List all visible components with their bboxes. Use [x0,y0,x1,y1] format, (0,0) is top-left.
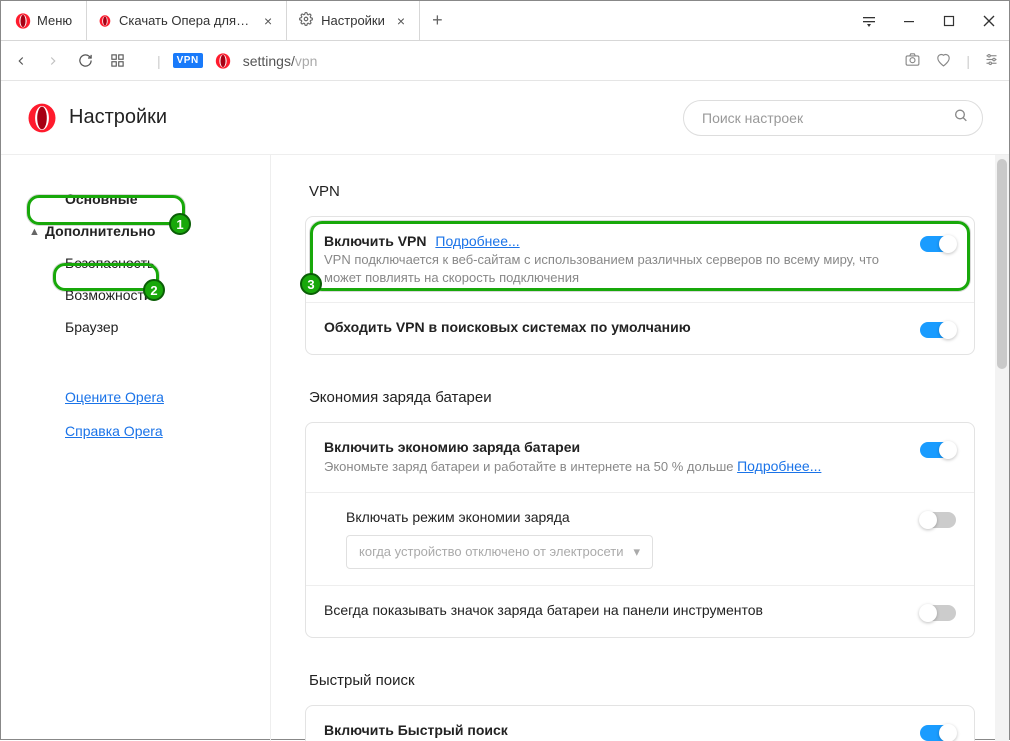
search-icon [953,107,969,128]
opera-logo-icon [27,103,57,133]
opera-logo-icon [15,13,31,29]
card-battery: Включить экономию заряда батареи Экономь… [305,422,975,638]
tab-download-opera[interactable]: Скачать Опера для компь × [87,1,287,40]
row-description: VPN подключается к веб-сайтам с использо… [324,251,906,286]
window-controls [849,1,1009,41]
minimize-icon[interactable] [889,1,929,41]
opera-logo-icon [215,53,231,69]
speed-dial-icon[interactable] [107,53,127,68]
row-title: Всегда показывать значок заряда батареи … [324,602,763,618]
maximize-icon[interactable] [929,1,969,41]
url-text[interactable]: settings/vpn [243,53,318,69]
setting-row-enable-vpn: Включить VPN Подробнее... VPN подключает… [306,217,974,302]
url-base: settings/ [243,53,295,69]
new-tab-button[interactable]: + [420,10,455,31]
menu-button[interactable]: Меню [1,1,87,40]
sidebar-item-label: Основные [65,191,138,207]
section-title-instant-search: Быстрый поиск [309,672,975,689]
tab-settings[interactable]: Настройки × [287,1,420,40]
opera-logo-icon [99,14,111,28]
settings-sidebar: Основные ▲ Дополнительно Безопасность Во… [1,155,271,741]
sidebar-item-features[interactable]: Возможности [1,279,270,311]
row-title: Включать режим экономии заряда [346,509,906,525]
row-description: Экономьте заряд батареи и работайте в ин… [324,457,906,476]
row-title: Включить Быстрый поиск [324,722,508,738]
select-value: когда устройство отключено от электросет… [359,544,623,559]
learn-more-link[interactable]: Подробнее... [435,233,519,249]
setting-row-battery-auto-mode: Включать режим экономии заряда когда уст… [306,492,974,585]
help-opera-link[interactable]: Справка Opera [65,423,270,439]
learn-more-link[interactable]: Подробнее... [737,458,821,474]
search-wrap [683,100,983,136]
battery-mode-select[interactable]: когда устройство отключено от электросет… [346,535,653,569]
rate-opera-link[interactable]: Оцените Opera [65,389,270,405]
sidebar-item-label: Безопасность [65,255,154,271]
sidebar-item-advanced[interactable]: ▲ Дополнительно [1,215,270,247]
gear-icon [299,12,313,29]
toggle-enable-vpn[interactable] [920,236,956,252]
heart-icon[interactable] [935,51,952,71]
tab-title: Скачать Опера для компь [119,13,252,28]
toggle-battery-auto-mode[interactable] [920,512,956,528]
chevron-up-icon: ▲ [29,226,40,238]
toggle-bypass-vpn-search[interactable] [920,322,956,338]
settings-search-input[interactable] [683,100,983,136]
chevron-down-icon: ▾ [633,544,640,560]
page-title: Настройки [69,106,167,129]
separator: | [966,53,970,69]
setting-row-enable-battery-saver: Включить экономию заряда батареи Экономь… [306,423,974,492]
easy-setup-icon[interactable] [984,52,999,70]
row-title: Включить VPN [324,233,426,249]
titlebar: Меню Скачать Опера для компь × Настройки… [1,1,1009,41]
separator: | [157,53,161,69]
back-icon[interactable] [11,54,31,68]
close-icon[interactable] [969,1,1009,41]
address-bar: | VPN settings/vpn | [1,41,1009,81]
vpn-badge[interactable]: VPN [173,53,203,68]
toggle-always-show-battery-icon[interactable] [920,605,956,621]
forward-icon[interactable] [43,54,63,68]
tab-title: Настройки [321,13,385,28]
setting-row-always-show-battery-icon: Всегда показывать значок заряда батареи … [306,585,974,637]
snapshot-icon[interactable] [904,51,921,71]
menu-label: Меню [37,13,72,28]
url-path: vpn [295,53,318,69]
sidebar-item-label: Дополнительно [45,223,155,239]
card-vpn: Включить VPN Подробнее... VPN подключает… [305,216,975,355]
settings-content: VPN Включить VPN Подробнее... VPN подклю… [271,155,1009,741]
card-instant-search: Включить Быстрый поиск [305,705,975,741]
sidebar-item-label: Браузер [65,319,118,335]
toggle-enable-instant-search[interactable] [920,725,956,741]
setting-row-enable-instant-search: Включить Быстрый поиск [306,706,974,741]
page-header: Настройки [1,81,1009,155]
toggle-enable-battery-saver[interactable] [920,442,956,458]
tab-menu-icon[interactable] [849,1,889,41]
section-title-battery: Экономия заряда батареи [309,389,975,406]
row-title: Обходить VPN в поисковых системах по умо… [324,319,691,335]
setting-row-bypass-vpn-search: Обходить VPN в поисковых системах по умо… [306,302,974,354]
scrollbar-thumb[interactable] [997,159,1007,369]
sidebar-item-label: Возможности [65,287,152,303]
tab-close-icon[interactable]: × [260,13,276,29]
sidebar-item-security[interactable]: Безопасность [1,247,270,279]
section-title-vpn: VPN [309,183,975,200]
sidebar-item-browser[interactable]: Браузер [1,311,270,343]
tab-close-icon[interactable]: × [393,13,409,29]
sidebar-item-basic[interactable]: Основные [1,183,270,215]
scrollbar-track[interactable] [995,155,1009,741]
reload-icon[interactable] [75,53,95,68]
row-title: Включить экономию заряда батареи [324,439,580,455]
